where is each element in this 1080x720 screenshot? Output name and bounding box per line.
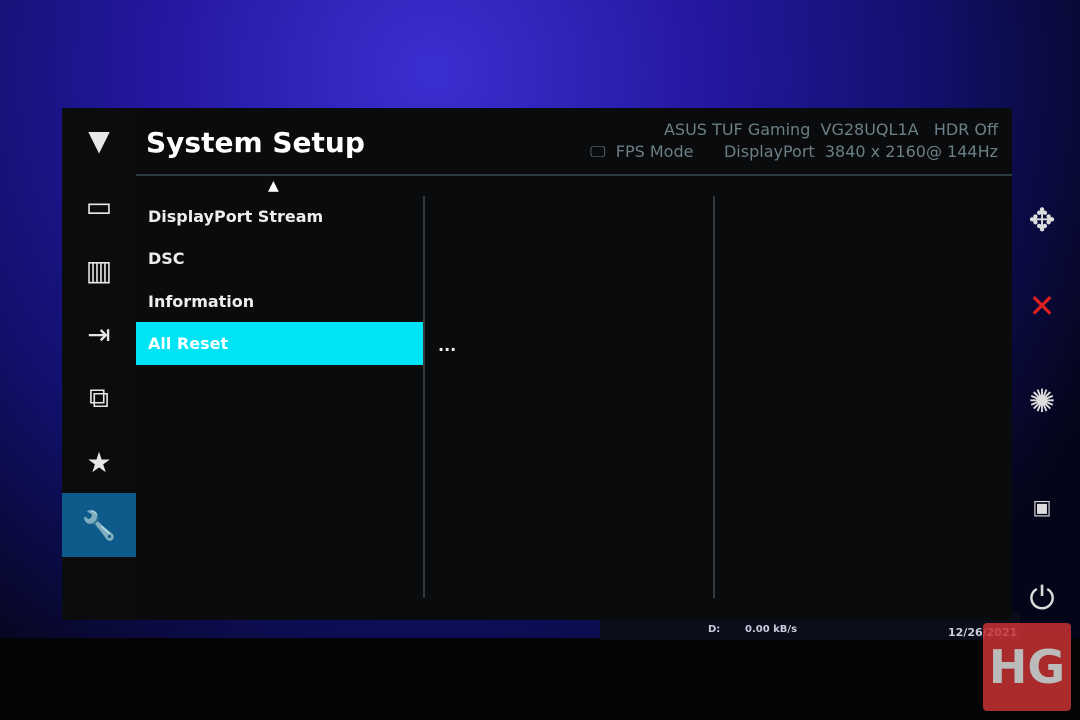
osd-sidebar: ▼ ▭ ▥ ⇥ ⧉ ★ 🔧 [62, 108, 136, 620]
osd-menu: ▼ ▭ ▥ ⇥ ⧉ ★ 🔧 System Setup ASUS TUF Gami… [62, 108, 1012, 620]
menu-item-displayport-stream[interactable]: DisplayPort Stream [136, 195, 424, 238]
submenu-value[interactable]: ... [438, 336, 456, 355]
desk-background [0, 638, 1080, 720]
tuf-logo-icon: ▼ [88, 123, 110, 157]
favorite-star-icon[interactable]: ★ [62, 430, 136, 494]
power-icon[interactable]: ⏻ [1018, 574, 1066, 622]
column-divider [423, 196, 425, 598]
brightness-icon[interactable]: ✺ [1018, 377, 1066, 425]
mode: FPS Mode [615, 142, 694, 161]
drive-speed: 0.00 kB/s [745, 624, 798, 635]
drive-label: D: [708, 624, 721, 635]
menu-item-all-reset[interactable]: All Reset [136, 322, 424, 365]
column-divider [713, 196, 715, 598]
close-icon[interactable]: ✕ [1018, 282, 1066, 330]
hdr-status: HDR Off [933, 120, 998, 139]
input-source: DisplayPort [723, 142, 815, 161]
input-select-icon[interactable]: ⇥ [62, 302, 136, 366]
watermark-logo: HG [983, 623, 1071, 711]
mode-info: 🖵 FPS Mode DisplayPort 3840 x 2160@ 144H… [590, 142, 998, 162]
menu-item-information[interactable]: Information [136, 280, 424, 323]
page-title: System Setup [146, 126, 365, 159]
brand: ASUS TUF Gaming [663, 120, 811, 139]
resolution: 3840 x 2160@ 144Hz [824, 142, 998, 161]
image-icon[interactable]: ▭ [62, 174, 136, 238]
navigate-joystick-icon[interactable]: ✥ [1018, 196, 1066, 244]
model-info: ASUS TUF Gaming VG28UQL1A HDR Off [664, 120, 998, 139]
divider [136, 174, 1012, 176]
system-setup-wrench-icon[interactable]: 🔧 [62, 493, 136, 557]
monitor-icon: 🖵 [590, 142, 606, 161]
pip-icon[interactable]: ⧉ [62, 366, 136, 430]
color-icon[interactable]: ▥ [62, 238, 136, 302]
menu-item-dsc[interactable]: DSC [136, 237, 424, 280]
gameplus-icon[interactable]: ▣ [1018, 483, 1066, 531]
scroll-up-arrow-icon[interactable]: ▲ [268, 178, 279, 194]
model: VG28UQL1A [820, 120, 919, 139]
